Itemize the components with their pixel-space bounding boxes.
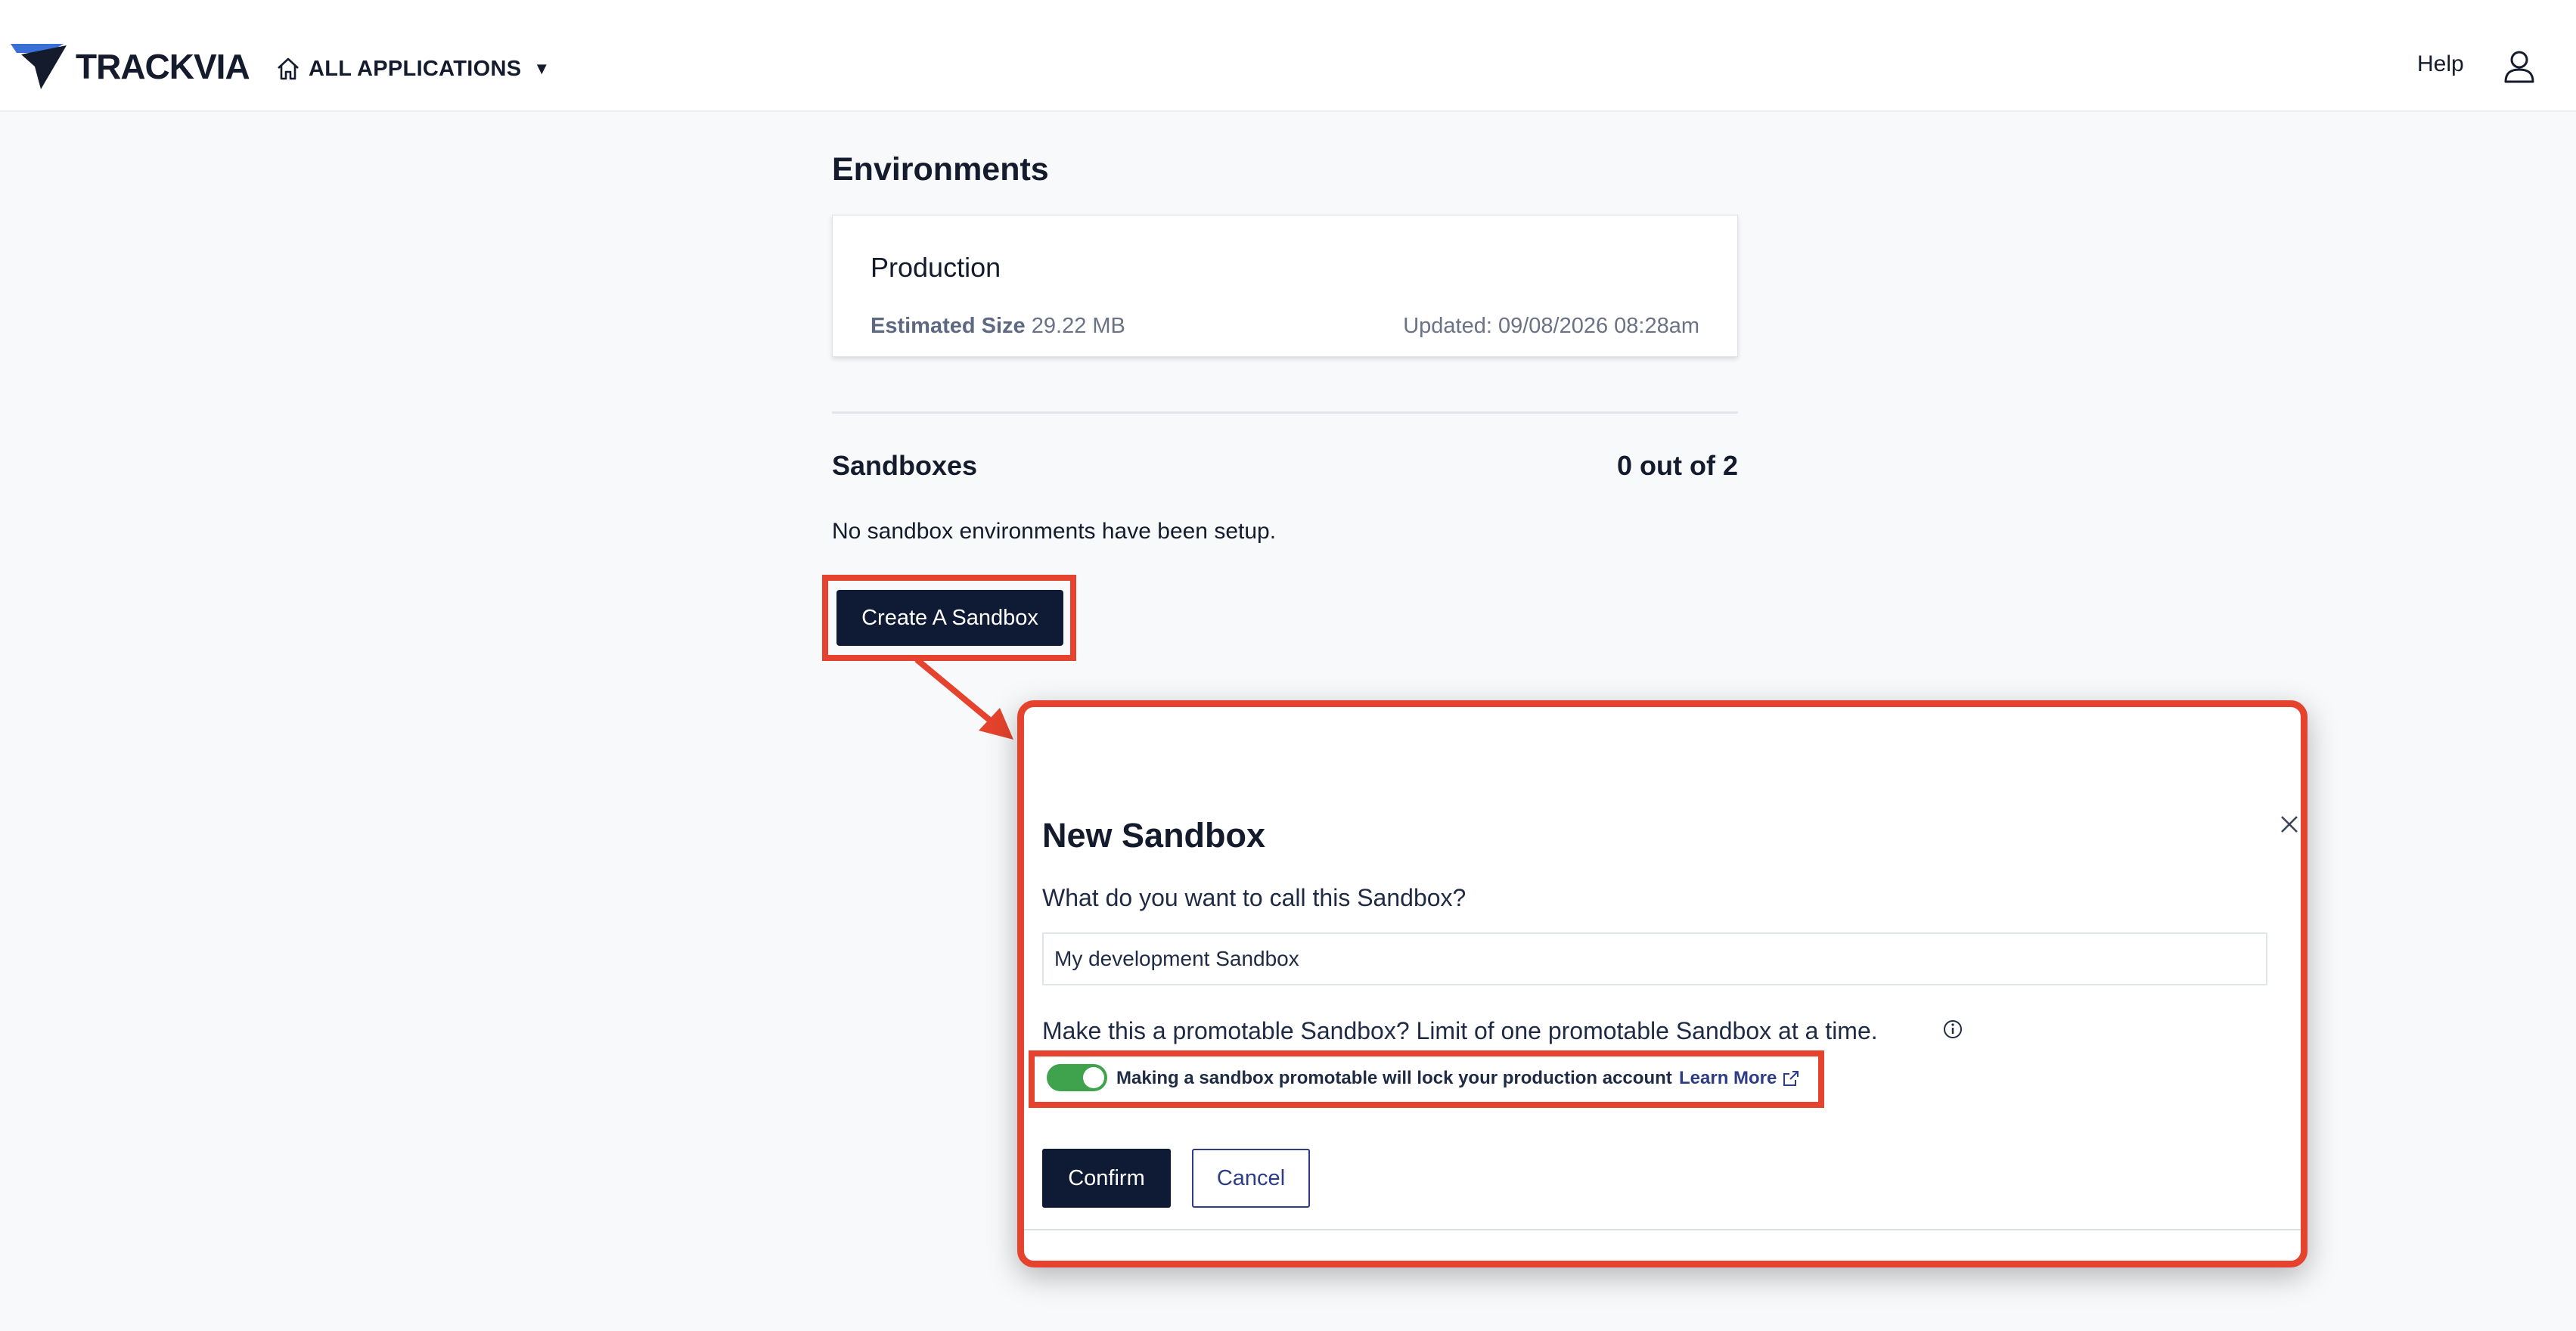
production-size: Estimated Size 29.22 MB (871, 314, 1125, 339)
sandboxes-title: Sandboxes (832, 450, 978, 481)
learn-more-link[interactable]: Learn More (1679, 1068, 1799, 1089)
top-bar: TRACKVIA ALL APPLICATIONS ▼ Help (0, 0, 2576, 112)
production-updated: Updated: 09/08/2026 08:28am (1403, 314, 1699, 338)
sandbox-name-input[interactable] (1042, 932, 2267, 985)
size-value: 29.22 MB (1031, 314, 1125, 338)
modal-footer-divider (1024, 1229, 2301, 1230)
promotable-label: Make this a promotable Sandbox? Limit of… (1042, 1017, 1878, 1044)
home-icon (278, 57, 299, 80)
production-name: Production (871, 252, 1001, 283)
highlight-box-create (822, 575, 1076, 661)
toggle-knob (1083, 1067, 1104, 1088)
sandboxes-count: 0 out of 2 (1617, 450, 1738, 481)
all-applications-dropdown[interactable]: ALL APPLICATIONS ▼ (275, 50, 550, 88)
info-icon[interactable] (1942, 1019, 1963, 1040)
size-label: Estimated Size (871, 314, 1026, 338)
sandboxes-empty-text: No sandbox environments have been setup. (832, 519, 1277, 544)
close-icon[interactable] (2278, 813, 2301, 836)
confirm-button[interactable]: Confirm (1042, 1149, 1171, 1208)
annotation-arrow-icon (914, 656, 1013, 740)
trackvia-logo-icon[interactable] (11, 42, 70, 91)
learn-more-label: Learn More (1679, 1068, 1777, 1088)
help-link[interactable]: Help (2417, 51, 2464, 77)
toggle-warning-text: Making a sandbox promotable will lock yo… (1116, 1068, 1672, 1088)
production-card: Production Estimated Size 29.22 MB Updat… (832, 215, 1738, 357)
promotable-toggle[interactable] (1047, 1064, 1107, 1091)
external-link-icon (1783, 1071, 1799, 1086)
cancel-button[interactable]: Cancel (1192, 1149, 1310, 1208)
divider (832, 411, 1738, 414)
page-title: Environments (832, 151, 1049, 188)
user-icon[interactable] (2503, 50, 2535, 83)
all-applications-label: ALL APPLICATIONS (309, 56, 522, 81)
sandbox-name-label: What do you want to call this Sandbox? (1042, 884, 1466, 911)
new-sandbox-modal: New Sandbox What do you want to call thi… (1017, 700, 2308, 1267)
modal-title: New Sandbox (1042, 816, 1266, 855)
caret-down-icon: ▼ (533, 59, 551, 78)
logo-text[interactable]: TRACKVIA (76, 44, 250, 89)
